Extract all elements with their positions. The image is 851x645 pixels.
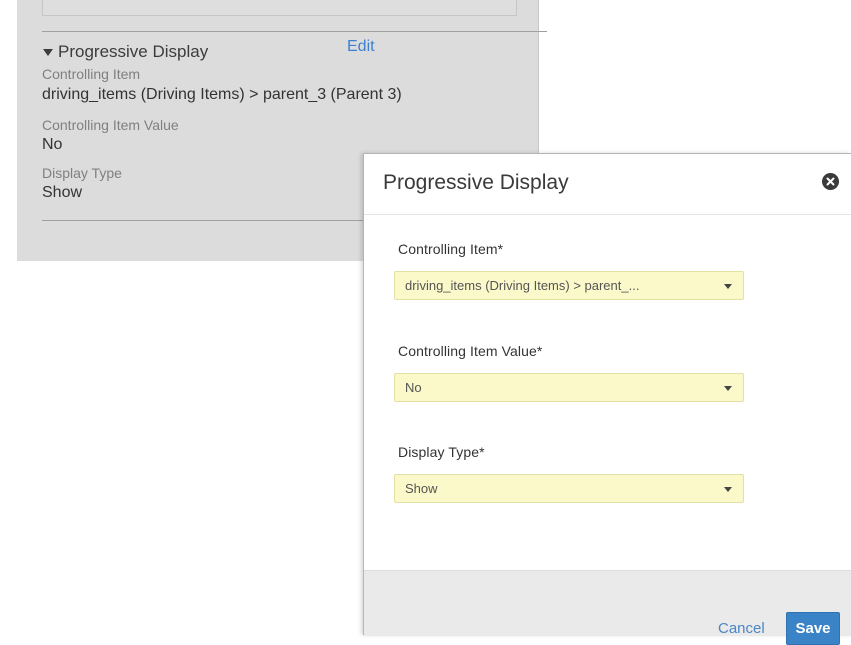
controlling-item-value-select[interactable]: No <box>394 373 744 402</box>
display-type-select[interactable]: Show <box>394 474 744 503</box>
controlling-item-label: Controlling Item <box>42 66 141 82</box>
cancel-button[interactable]: Cancel <box>718 620 765 637</box>
display-type-selected-value: Show <box>405 481 438 496</box>
close-icon[interactable] <box>822 173 839 190</box>
dialog-title: Progressive Display <box>383 171 569 194</box>
progressive-display-section-header[interactable]: Progressive Display <box>42 42 208 62</box>
chevron-down-icon <box>724 386 732 391</box>
controlling-item-value-field-label: Controlling Item Value* <box>398 343 543 359</box>
divider <box>42 31 547 32</box>
edit-link[interactable]: Edit <box>347 38 375 56</box>
controlling-item-value-value: No <box>42 136 63 153</box>
caret-down-icon <box>43 48 53 56</box>
display-type-label: Display Type <box>42 165 122 181</box>
chevron-down-icon <box>724 487 732 492</box>
top-content-box <box>42 0 517 16</box>
controlling-item-value-selected-value: No <box>405 380 422 395</box>
dialog-footer <box>364 570 851 636</box>
controlling-item-value: driving_items (Driving Items) > parent_3… <box>42 86 402 103</box>
display-type-field-label: Display Type* <box>398 444 485 460</box>
controlling-item-select[interactable]: driving_items (Driving Items) > parent_.… <box>394 271 744 300</box>
title-separator <box>364 214 851 215</box>
controlling-item-value-label: Controlling Item Value <box>42 117 179 133</box>
progressive-display-dialog: Progressive Display Controlling Item* dr… <box>363 153 851 636</box>
save-button[interactable]: Save <box>786 612 840 645</box>
controlling-item-selected-value: driving_items (Driving Items) > parent_.… <box>405 278 640 293</box>
chevron-down-icon <box>724 284 732 289</box>
section-title: Progressive Display <box>58 42 209 61</box>
controlling-item-field-label: Controlling Item* <box>398 241 504 257</box>
display-type-value: Show <box>42 184 83 201</box>
